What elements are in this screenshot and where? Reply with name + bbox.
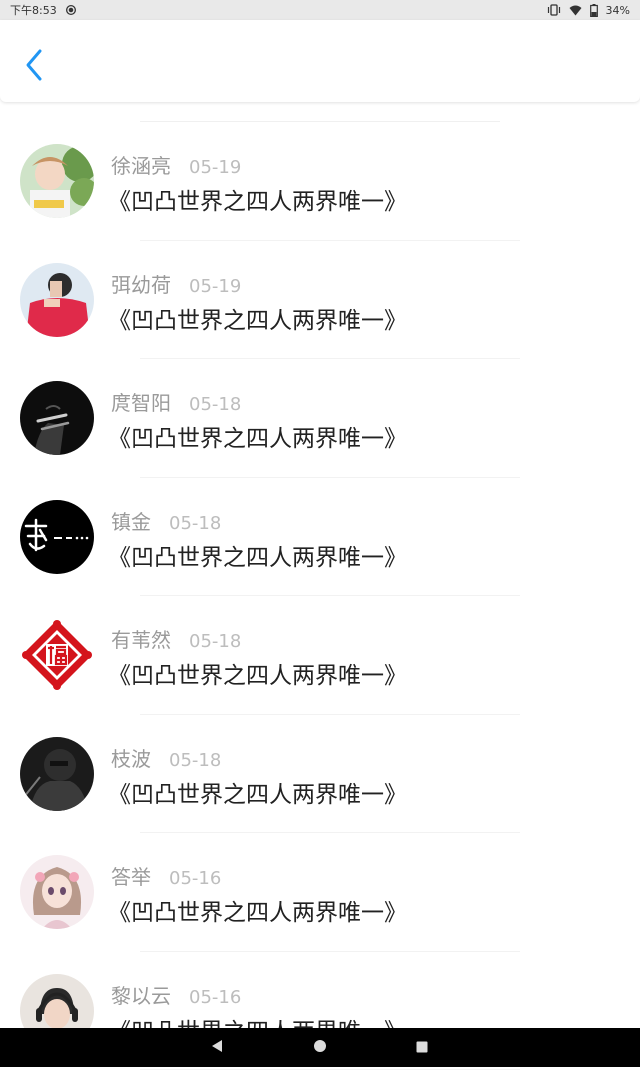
post-title[interactable]: 《凹凸世界之四人两界唯一》 xyxy=(108,301,407,335)
list-item[interactable]: 徐涵亮 05-19 《凹凸世界之四人两界唯一》 xyxy=(0,122,640,241)
list-item[interactable]: 答举 05-16 《凹凸世界之四人两界唯一》 xyxy=(0,833,640,952)
home-nav-button[interactable] xyxy=(300,1028,340,1067)
post-title[interactable]: 《凹凸世界之四人两界唯一》 xyxy=(108,419,407,453)
author-name-text: 枝波 xyxy=(111,747,151,771)
post-date: 05-19 xyxy=(189,157,241,178)
battery-level: 34% xyxy=(606,4,630,17)
author-name-text: 徐涵亮 xyxy=(111,154,171,178)
post-title[interactable]: 《凹凸世界之四人两界唯一》 xyxy=(108,656,407,690)
back-button[interactable] xyxy=(18,48,50,86)
author-name: 有苇然 05-18 xyxy=(111,624,241,653)
author-name-text: 庹智阳 xyxy=(111,391,171,415)
author-name: 庹智阳 05-18 xyxy=(111,387,241,416)
article-list: 徐涵亮 05-19 《凹凸世界之四人两界唯一》 弭幼荷 05-19 《凹凸世界之四人… xyxy=(0,122,640,1070)
avatar[interactable] xyxy=(20,737,94,811)
avatar[interactable] xyxy=(20,500,94,574)
author-name: 弭幼荷 05-19 xyxy=(111,269,241,298)
triangle-back-icon xyxy=(211,1038,223,1057)
post-title[interactable]: 《凹凸世界之四人两界唯一》 xyxy=(108,775,407,809)
list-item[interactable]: 枝波 05-18 《凹凸世界之四人两界唯一》 xyxy=(0,715,640,834)
navigation-bar xyxy=(0,1028,640,1067)
post-date: 05-18 xyxy=(169,513,221,534)
author-name: 黎以云 05-16 xyxy=(111,980,241,1009)
post-date: 05-18 xyxy=(189,631,241,652)
post-title[interactable]: 《凹凸世界之四人两界唯一》 xyxy=(108,893,407,927)
post-title[interactable]: 《凹凸世界之四人两界唯一》 xyxy=(108,182,407,216)
app-bar xyxy=(0,20,640,102)
post-date: 05-16 xyxy=(169,868,221,889)
author-name: 徐涵亮 05-19 xyxy=(111,150,241,179)
list-item[interactable]: 弭幼荷 05-19 《凹凸世界之四人两界唯一》 xyxy=(0,241,640,360)
author-name: 镇金 05-18 xyxy=(111,506,221,535)
avatar[interactable] xyxy=(20,855,94,929)
avatar[interactable] xyxy=(20,618,94,692)
wifi-icon xyxy=(569,5,582,16)
vibrate-icon xyxy=(547,4,561,16)
square-recents-icon xyxy=(416,1038,428,1057)
author-name: 枝波 05-18 xyxy=(111,743,221,772)
author-name: 答举 05-16 xyxy=(111,861,221,890)
author-name-text: 答举 xyxy=(111,865,151,889)
status-time: 下午8:53 xyxy=(10,2,57,18)
list-item[interactable]: 有苇然 05-18 《凹凸世界之四人两界唯一》 xyxy=(0,596,640,715)
recents-nav-button[interactable] xyxy=(402,1028,442,1067)
list-item[interactable]: 镇金 05-18 《凹凸世界之四人两界唯一》 xyxy=(0,478,640,597)
author-name-text: 弭幼荷 xyxy=(111,273,171,297)
battery-icon xyxy=(590,4,598,17)
chevron-left-icon xyxy=(24,48,44,86)
post-date: 05-18 xyxy=(189,394,241,415)
avatar[interactable] xyxy=(20,263,94,337)
author-name-text: 镇金 xyxy=(111,510,151,534)
post-date: 05-18 xyxy=(169,750,221,771)
back-nav-button[interactable] xyxy=(197,1028,237,1067)
post-date: 05-19 xyxy=(189,276,241,297)
circle-home-icon xyxy=(313,1038,327,1057)
post-title[interactable]: 《凹凸世界之四人两界唯一》 xyxy=(108,538,407,572)
list-item[interactable]: 庹智阳 05-18 《凹凸世界之四人两界唯一》 xyxy=(0,359,640,478)
avatar[interactable] xyxy=(20,381,94,455)
status-bar: 下午8:53 34% xyxy=(0,0,640,20)
post-date: 05-16 xyxy=(189,987,241,1008)
avatar[interactable] xyxy=(20,144,94,218)
author-name-text: 黎以云 xyxy=(111,984,171,1008)
author-name-text: 有苇然 xyxy=(111,628,171,652)
sync-icon xyxy=(65,4,77,16)
